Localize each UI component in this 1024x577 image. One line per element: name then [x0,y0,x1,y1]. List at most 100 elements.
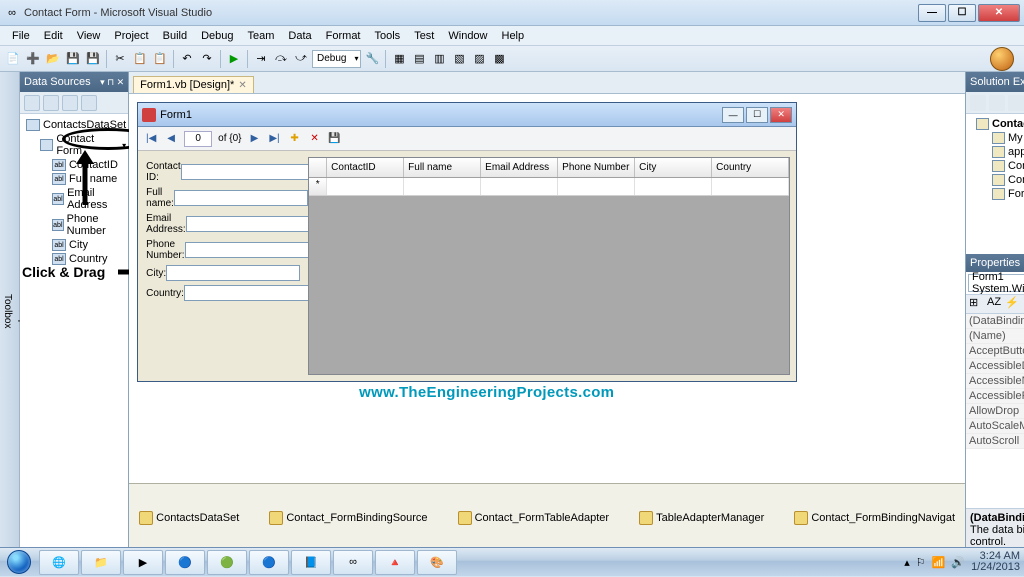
ds-tool-2[interactable] [43,95,59,111]
menu-tools[interactable]: Tools [369,28,407,44]
tray-volume-icon[interactable]: 🔊 [951,556,965,569]
data-grid[interactable]: ContactID Full name Email Address Phone … [308,157,790,375]
ds-tool-1[interactable] [24,95,40,111]
nav-first-icon[interactable]: |◀ [144,132,158,146]
input-contactid[interactable] [181,164,315,180]
tree-col-phone[interactable]: ablPhone Number [22,212,126,238]
task-word[interactable]: 📘 [291,550,331,575]
menu-data[interactable]: Data [282,28,317,44]
tree-col-city[interactable]: ablCity [22,238,126,252]
task-skype[interactable]: 🔵 [249,550,289,575]
align-icon[interactable]: ▦ [390,50,408,68]
props-categorized-icon[interactable]: ⊞ [969,296,985,312]
redo-icon[interactable]: ↷ [198,50,216,68]
minimize-button[interactable]: — [918,4,946,22]
menu-edit[interactable]: Edit [38,28,69,44]
grid-col-country[interactable]: Country [712,158,789,177]
input-email[interactable] [186,216,320,232]
nav-position-input[interactable] [184,131,212,147]
align-icon-4[interactable]: ▧ [450,50,468,68]
taskbar-clock[interactable]: 3:24 AM 1/24/2013 [971,551,1020,573]
align-icon-6[interactable]: ▩ [490,50,508,68]
input-phone[interactable] [185,242,319,258]
task-vlc[interactable]: 🔺 [375,550,415,575]
ds-tool-3[interactable] [62,95,78,111]
menu-help[interactable]: Help [496,28,531,44]
nav-last-icon[interactable]: ▶| [268,132,282,146]
toolbox-tab[interactable]: Toolbox [0,72,15,551]
tray-tamanager[interactable]: TableAdapterManager [639,511,764,525]
undo-icon[interactable]: ↶ [178,50,196,68]
grid-col-city[interactable]: City [635,158,712,177]
task-paint[interactable]: 🎨 [417,550,457,575]
properties-grid[interactable]: (DataBinding (Name)Form1 AcceptButton(no… [966,314,1024,508]
grid-col-phone[interactable]: Phone Number [558,158,635,177]
nav-prev-icon[interactable]: ◀ [164,132,178,146]
tray-up-icon[interactable]: ▴ [904,556,910,569]
tray-tableadapter[interactable]: Contact_FormTableAdapter [458,511,610,525]
ds-tool-4[interactable] [81,95,97,111]
sol-item-contactsmdf[interactable]: Contacts.mdf [970,159,1024,173]
grid-new-row[interactable]: * [309,178,789,196]
menu-project[interactable]: Project [108,28,154,44]
properties-object-combo[interactable]: Form1 System.Windows.Forms.Fo▾ [968,274,1024,292]
menu-view[interactable]: View [71,28,107,44]
task-chrome[interactable]: 🔵 [165,550,205,575]
props-alpha-icon[interactable]: AZ [987,296,1003,312]
form-designer[interactable]: Form1 — ☐ ✕ |◀ ◀ of {0} ▶ ▶| ✚ ✕ 💾 [137,102,797,382]
menu-test[interactable]: Test [408,28,440,44]
align-icon-3[interactable]: ▥ [430,50,448,68]
sol-item-myproject[interactable]: My Project [970,131,1024,145]
save-icon[interactable]: 💾 [64,50,82,68]
sol-tool-2[interactable] [989,95,1005,111]
tool-icon[interactable]: 🔧 [363,50,381,68]
tray-bindingsource[interactable]: Contact_FormBindingSource [269,511,427,525]
add-item-icon[interactable]: ➕ [24,50,42,68]
tray-network-icon[interactable]: 📶 [932,556,946,569]
open-icon[interactable]: 📂 [44,50,62,68]
start-button[interactable] [0,548,38,577]
config-combo[interactable]: Debug [312,50,361,68]
grid-col-contactid[interactable]: ContactID [327,158,404,177]
task-wmp[interactable]: ▶ [123,550,163,575]
form-close-button[interactable]: ✕ [770,107,792,123]
sol-tool-1[interactable] [970,95,986,111]
input-country[interactable] [184,285,318,301]
task-ie[interactable]: 🌐 [39,550,79,575]
new-project-icon[interactable]: 📄 [4,50,22,68]
start-debug-icon[interactable]: ▶ [225,50,243,68]
step-over-icon[interactable]: ⤼ [272,50,290,68]
nav-add-icon[interactable]: ✚ [288,132,302,146]
menu-team[interactable]: Team [242,28,281,44]
tray-flag-icon[interactable]: ⚐ [916,556,926,569]
copy-icon[interactable]: 📋 [131,50,149,68]
align-icon-2[interactable]: ▤ [410,50,428,68]
menu-format[interactable]: Format [320,28,367,44]
solution-root[interactable]: Contact Form [970,117,1024,131]
task-utorrent[interactable]: 🟢 [207,550,247,575]
tree-root[interactable]: ContactsDataSet [22,118,126,132]
nav-save-icon[interactable]: 💾 [328,132,342,146]
sol-item-form1[interactable]: Form1.vb [970,187,1024,201]
menu-file[interactable]: File [6,28,36,44]
sol-tool-3[interactable] [1008,95,1024,111]
props-events-icon[interactable]: ⚡ [1005,296,1021,312]
nav-next-icon[interactable]: ▶ [248,132,262,146]
input-fullname[interactable] [174,190,308,206]
task-explorer[interactable]: 📁 [81,550,121,575]
save-all-icon[interactable]: 💾 [84,50,102,68]
paste-icon[interactable]: 📋 [151,50,169,68]
sol-item-appconfig[interactable]: app.config [970,145,1024,159]
menu-debug[interactable]: Debug [195,28,239,44]
close-button[interactable]: ✕ [978,4,1020,22]
input-city[interactable] [166,265,300,281]
align-icon-5[interactable]: ▨ [470,50,488,68]
tray-bindingnav[interactable]: Contact_FormBindingNavigat [794,511,955,525]
nav-delete-icon[interactable]: ✕ [308,132,322,146]
sol-item-dataset[interactable]: ContactsDataSet.xsd [970,173,1024,187]
tab-form1-design[interactable]: Form1.vb [Design]* ✕ [133,76,254,93]
step-icon[interactable]: ⇥ [252,50,270,68]
form-max-button[interactable]: ☐ [746,107,768,123]
grid-col-fullname[interactable]: Full name [404,158,481,177]
step-out-icon[interactable]: ⤻ [292,50,310,68]
